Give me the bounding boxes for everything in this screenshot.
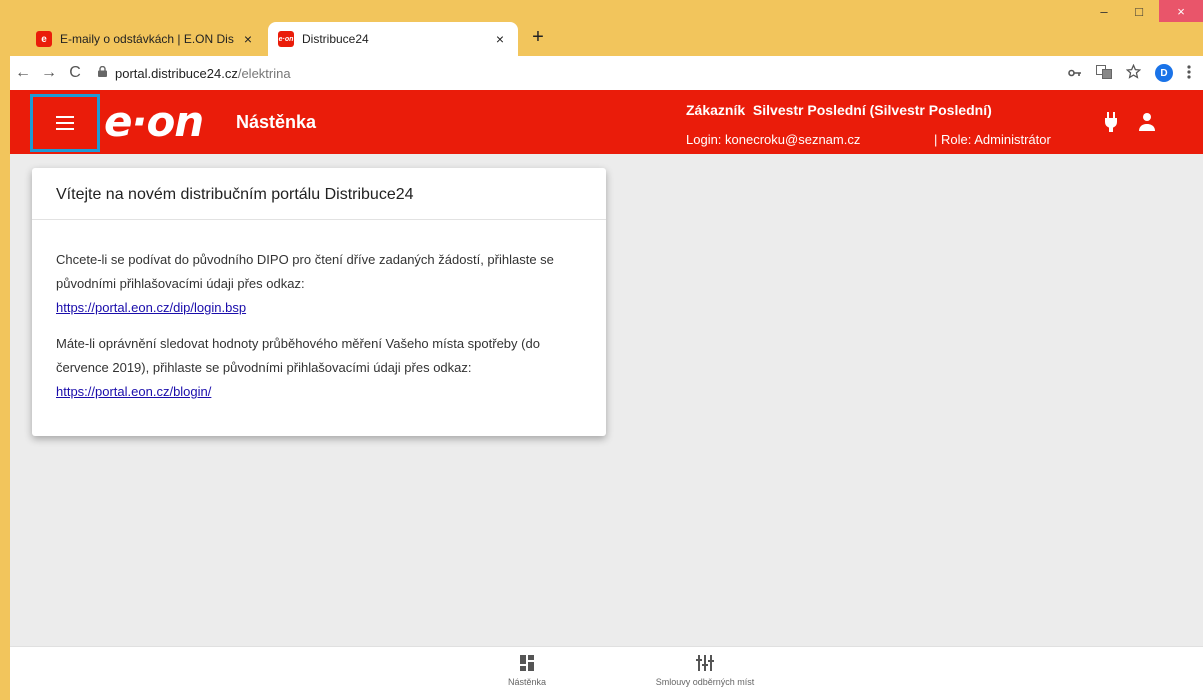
maximize-window-button[interactable]: □ <box>1124 0 1154 22</box>
bottom-navigation: Nástěnka Smlouvy odběrných míst <box>10 646 1203 700</box>
eon-favicon-icon: e·on <box>278 31 294 47</box>
browser-toolbar: ← → C portal.distribuce24.cz/elektrina D <box>10 56 1203 90</box>
browser-tab-distribuce24[interactable]: e·on Distribuce24 × <box>268 22 518 56</box>
plug-icon[interactable] <box>1103 112 1119 132</box>
card-paragraph-dipo: Chcete-li se podívat do původního DIPO p… <box>56 248 582 320</box>
reload-button[interactable]: C <box>62 64 88 82</box>
close-tab-icon[interactable]: × <box>492 31 508 47</box>
eon-favicon-icon: e <box>36 31 52 47</box>
blogin-link[interactable]: https://portal.eon.cz/blogin/ <box>56 384 211 399</box>
meters-icon <box>696 655 714 671</box>
page-viewport: e·on Nástěnka Zákazník Silvestr Poslední… <box>10 90 1203 700</box>
nav-contracts[interactable]: Smlouvy odběrných míst <box>630 655 780 687</box>
url-path: /elektrina <box>237 65 291 81</box>
role-info: | Role: Administrátor <box>934 132 1051 147</box>
browser-tabbar: e E-maily o odstávkách | E.ON Dist × e·o… <box>0 0 1203 56</box>
dipo-login-link[interactable]: https://portal.eon.cz/dip/login.bsp <box>56 300 246 315</box>
page-title: Nástěnka <box>236 112 317 132</box>
eon-logo[interactable]: e·on <box>104 98 204 146</box>
key-icon[interactable] <box>1068 66 1082 81</box>
menu-button[interactable] <box>30 94 100 152</box>
paragraph-text: Máte-li oprávnění sledovat hodnoty průbě… <box>56 336 540 375</box>
customer-name: Silvestr Poslední (Silvestr Poslední) <box>752 102 992 118</box>
minimize-window-button[interactable]: – <box>1089 0 1119 22</box>
card-title: Vítejte na novém distribučním portálu Di… <box>32 168 606 220</box>
address-bar-input[interactable]: portal.distribuce24.cz/elektrina <box>98 60 1068 86</box>
nav-dashboard-label: Nástěnka <box>507 677 547 687</box>
tab-title: Distribuce24 <box>302 32 369 46</box>
paragraph-text: Chcete-li se podívat do původního DIPO p… <box>56 252 554 291</box>
login-info: Login: konecroku@seznam.cz <box>686 132 861 147</box>
customer-label: Zákazník <box>686 102 746 118</box>
dashboard-icon <box>520 655 534 671</box>
forward-button[interactable]: → <box>36 64 62 82</box>
customer-info: Zákazník Silvestr Poslední (Silvestr Pos… <box>686 102 992 118</box>
card-body: Chcete-li se podívat do původního DIPO p… <box>32 220 606 404</box>
translate-icon[interactable] <box>1096 64 1112 82</box>
hamburger-icon <box>56 116 74 130</box>
nav-dashboard[interactable]: Nástěnka <box>502 655 552 687</box>
app-header: e·on Nástěnka Zákazník Silvestr Poslední… <box>10 90 1203 154</box>
nav-contracts-label: Smlouvy odběrných míst <box>655 677 755 687</box>
star-icon[interactable] <box>1125 63 1142 82</box>
url-host: portal.distribuce24.cz <box>115 65 238 81</box>
profile-avatar[interactable]: D <box>1155 64 1173 82</box>
close-tab-icon[interactable]: × <box>240 31 256 47</box>
new-tab-button[interactable]: + <box>526 26 550 49</box>
tab-title: E-maily o odstávkách | E.ON Dist <box>60 32 234 46</box>
back-button[interactable]: ← <box>10 64 36 82</box>
lock-icon <box>98 65 107 80</box>
user-icon[interactable] <box>1138 112 1156 132</box>
toolbar-icons: D <box>1068 63 1191 82</box>
close-window-button[interactable]: × <box>1159 0 1203 22</box>
browser-tab-emails[interactable]: e E-maily o odstávkách | E.ON Dist × <box>26 22 266 56</box>
more-icon[interactable] <box>1187 64 1191 82</box>
card-paragraph-blogin: Máte-li oprávnění sledovat hodnoty průbě… <box>56 332 582 404</box>
welcome-card: Vítejte na novém distribučním portálu Di… <box>32 168 606 436</box>
